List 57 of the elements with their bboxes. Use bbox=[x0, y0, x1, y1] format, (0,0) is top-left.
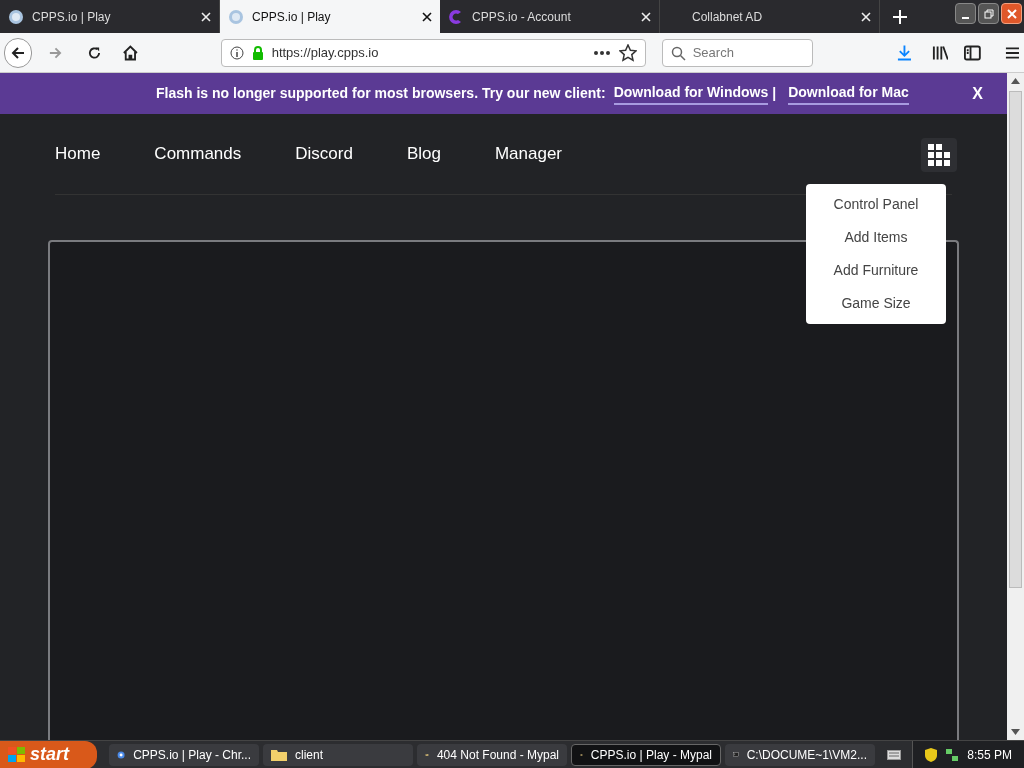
search-icon bbox=[670, 45, 686, 61]
start-button[interactable]: start bbox=[0, 740, 97, 768]
nav-link[interactable]: Manager bbox=[494, 141, 563, 167]
info-icon[interactable] bbox=[229, 45, 244, 60]
url-text: https://play.cpps.io bbox=[271, 43, 380, 62]
banner-message: Flash is no longer supported for most browsers. Try our new client: bbox=[156, 84, 606, 103]
lock-icon bbox=[251, 45, 264, 60]
taskbar-button[interactable]: C:\DOCUME~1\VM2... bbox=[725, 743, 875, 766]
search-field[interactable]: Search bbox=[661, 38, 813, 67]
taskbar-button[interactable]: 404 Not Found - Mypal bbox=[417, 743, 567, 766]
menu-item[interactable]: Control Panel bbox=[806, 194, 946, 215]
keyboard-icon[interactable] bbox=[887, 749, 901, 760]
globe-icon bbox=[228, 8, 244, 25]
new-tab-icon[interactable] bbox=[893, 9, 907, 24]
menu-item[interactable]: Add Items bbox=[806, 227, 946, 248]
network-icon[interactable] bbox=[945, 747, 960, 762]
close-icon bbox=[1006, 8, 1017, 19]
taskbar-button[interactable]: CPPS.io | Play - Mypal bbox=[571, 743, 721, 766]
scroll-thumb[interactable] bbox=[1009, 91, 1022, 588]
folder-icon bbox=[271, 748, 287, 761]
download-icon[interactable] bbox=[896, 43, 912, 62]
back-button[interactable] bbox=[4, 37, 33, 68]
download-link[interactable]: Download for Mac bbox=[788, 82, 909, 105]
menu-item[interactable]: Add Furniture bbox=[806, 260, 946, 281]
address-bar[interactable]: https://play.cpps.io bbox=[220, 38, 646, 67]
menu-item[interactable]: Game Size bbox=[806, 293, 946, 314]
home-icon[interactable] bbox=[121, 43, 139, 62]
nav-link[interactable]: Blog bbox=[406, 141, 441, 167]
back-arrow-icon bbox=[10, 44, 27, 61]
nav-link[interactable]: Commands bbox=[154, 141, 242, 167]
sidebar-icon[interactable] bbox=[964, 44, 982, 61]
reload-icon[interactable] bbox=[87, 44, 102, 61]
nav-link[interactable]: Home bbox=[55, 141, 101, 167]
restore-button[interactable] bbox=[978, 3, 999, 24]
apps-grid-button[interactable] bbox=[921, 138, 957, 172]
minimize-button[interactable] bbox=[955, 3, 976, 24]
close-icon[interactable] bbox=[422, 11, 432, 22]
more-icon[interactable] bbox=[592, 49, 611, 56]
library-icon[interactable] bbox=[931, 44, 949, 61]
scroll-up-icon[interactable] bbox=[1011, 78, 1020, 84]
flag-icon bbox=[8, 746, 26, 763]
taskbar-button[interactable]: CPPS.io | Play - Chr... bbox=[109, 743, 259, 766]
scroll-down-icon[interactable] bbox=[1011, 729, 1020, 735]
separator-text: | bbox=[772, 84, 777, 103]
menu-icon[interactable] bbox=[1005, 45, 1020, 60]
shield-icon[interactable] bbox=[925, 747, 938, 762]
clock: 8:55 PM bbox=[967, 746, 1012, 764]
download-link[interactable]: Download for Windows bbox=[613, 82, 769, 105]
browser-tab[interactable]: CPPS.io | Play bbox=[220, 0, 440, 33]
close-window-button[interactable] bbox=[1001, 3, 1022, 24]
globe-icon bbox=[8, 8, 24, 25]
taskbar-button[interactable]: client bbox=[263, 743, 413, 766]
nav-link[interactable]: Discord bbox=[295, 141, 353, 167]
star-icon[interactable] bbox=[618, 43, 637, 62]
grid-icon bbox=[928, 144, 950, 166]
close-banner-button[interactable]: X bbox=[972, 81, 983, 106]
restore-icon bbox=[983, 8, 994, 19]
